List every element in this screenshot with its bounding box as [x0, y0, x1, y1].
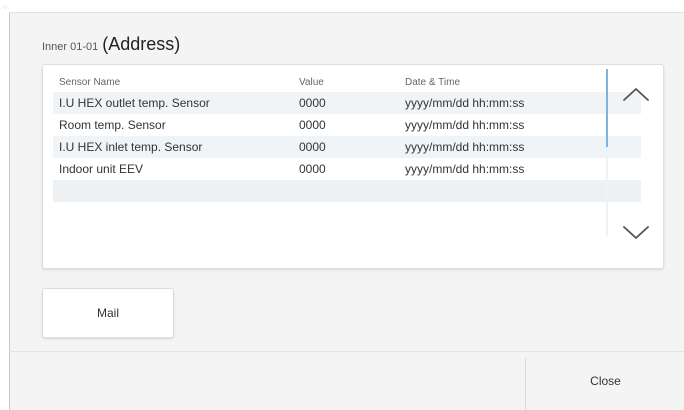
- table-row[interactable]: Room temp. Sensor 0000 yyyy/mm/dd hh:mm:…: [53, 114, 641, 136]
- sensor-value-cell: 0000: [299, 140, 326, 154]
- sensor-panel: Sensor Name Value Date & Time I.U HEX ou…: [42, 64, 664, 269]
- table-row[interactable]: Indoor unit EEV 0000 yyyy/mm/dd hh:mm:ss: [53, 158, 641, 180]
- device-label: Inner 01-01: [42, 41, 99, 53]
- sensor-name-cell: I.U HEX inlet temp. Sensor: [59, 140, 203, 154]
- chevron-up-icon: [623, 88, 649, 101]
- dialog-header: Inner 01-01 (Address): [42, 34, 180, 62]
- sensor-table: Sensor Name Value Date & Time I.U HEX ou…: [53, 73, 641, 202]
- sensor-name-cell: I.U HEX outlet temp. Sensor: [59, 96, 210, 110]
- column-header-value: Value: [299, 77, 324, 88]
- scroll-down-button[interactable]: [613, 213, 659, 253]
- table-header: Sensor Name Value Date & Time: [53, 73, 641, 92]
- corner-mark: ○: [3, 4, 8, 11]
- mail-button[interactable]: Mail: [42, 288, 174, 338]
- table-row[interactable]: I.U HEX inlet temp. Sensor 0000 yyyy/mm/…: [53, 136, 641, 158]
- scrollbar-thumb[interactable]: [606, 69, 608, 147]
- sensor-value-cell: 0000: [299, 162, 326, 176]
- chevron-down-icon: [623, 226, 649, 239]
- address-label: (Address): [102, 34, 181, 54]
- scroll-up-button[interactable]: [613, 74, 659, 114]
- empty-table-row: [53, 180, 641, 202]
- sensor-value-cell: 0000: [299, 118, 326, 132]
- footer-divider: [525, 358, 526, 410]
- table-row[interactable]: I.U HEX outlet temp. Sensor 0000 yyyy/mm…: [53, 92, 641, 114]
- sensor-name-cell: Indoor unit EEV: [59, 162, 144, 176]
- sensor-name-cell: Room temp. Sensor: [59, 118, 166, 132]
- close-button[interactable]: Close: [527, 352, 684, 410]
- column-header-sensor-name: Sensor Name: [59, 77, 121, 88]
- sensor-value-cell: 0000: [299, 96, 326, 110]
